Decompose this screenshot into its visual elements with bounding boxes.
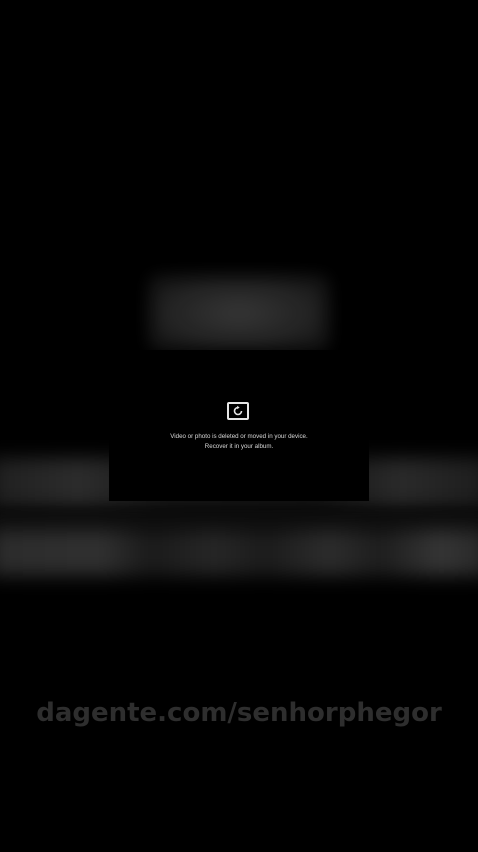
watermark-text: dagente.com/senhorphegor — [36, 698, 442, 728]
blurred-band-divider — [0, 510, 478, 530]
dialog-message-line-2: Recover it in your album. — [204, 443, 274, 450]
dialog-message: Video or photo is deleted or moved in yo… — [119, 432, 359, 452]
media-unavailable-dialog: Video or photo is deleted or moved in yo… — [109, 350, 369, 501]
dialog-message-line-1: Video or photo is deleted or moved in yo… — [170, 433, 308, 440]
refresh-glyph-icon — [233, 405, 243, 416]
blurred-video-region-top — [150, 276, 328, 350]
photo-recover-icon — [227, 402, 249, 420]
video-screen: Video or photo is deleted or moved in yo… — [0, 0, 478, 852]
blurred-band-lower — [0, 528, 478, 576]
